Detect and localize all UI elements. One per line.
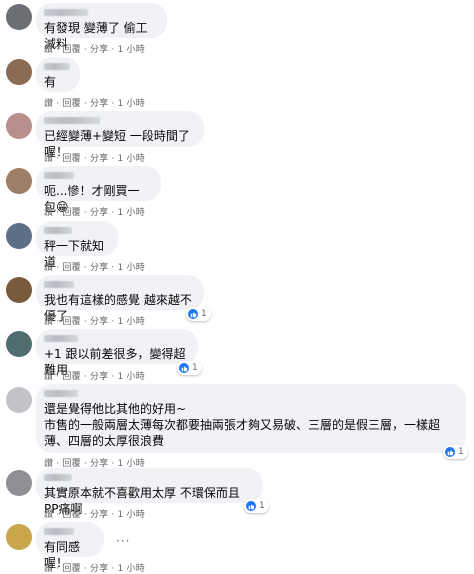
avatar[interactable] xyxy=(6,470,32,496)
avatar[interactable] xyxy=(6,277,32,303)
commenter-name[interactable] xyxy=(44,172,74,179)
comment-actions[interactable]: 讚 · 回覆 · 分享 · 1 小時 xyxy=(44,42,145,55)
avatar[interactable] xyxy=(6,168,32,194)
comment-actions[interactable]: 讚 · 回覆 · 分享 · 1 小時 xyxy=(44,369,145,382)
reaction-number: 1 xyxy=(259,501,265,511)
comment-actions[interactable]: 讚 · 回覆 · 分享 · 1 小時 xyxy=(44,96,145,109)
commenter-name[interactable] xyxy=(44,9,88,16)
comment-bubble: 我也有這樣的感覺 越來越不優了 xyxy=(36,275,204,323)
avatar[interactable] xyxy=(6,59,32,85)
comment-bubble: 秤一下就知道 xyxy=(36,221,118,269)
comment-actions[interactable]: 讚 · 回覆 · 分享 · 1 小時 xyxy=(44,561,145,574)
avatar[interactable] xyxy=(6,387,32,413)
comment-bubble: 其實原本就不喜歡用太厚 不環保而且PP痛啊 xyxy=(36,468,263,516)
reaction-count[interactable]: 1 xyxy=(177,361,202,375)
commenter-name[interactable] xyxy=(44,528,74,535)
commenter-name[interactable] xyxy=(44,335,78,342)
comment-text: 有 xyxy=(44,75,57,89)
commenter-name[interactable] xyxy=(44,390,78,397)
comment-text: 還是覺得他比其他的好用~ 市售的一般兩層太薄每次都要抽兩張才夠又易破、三層的是假… xyxy=(44,402,441,448)
like-icon xyxy=(179,363,189,373)
avatar[interactable] xyxy=(6,331,32,357)
comment-bubble: 有同感喔！ xyxy=(36,522,104,570)
commenter-name[interactable] xyxy=(44,63,70,70)
comment-bubble: 呃...慘！才剛買一包😁 xyxy=(36,166,161,214)
commenter-name[interactable] xyxy=(44,227,72,234)
commenter-name[interactable] xyxy=(44,117,100,124)
avatar[interactable] xyxy=(6,524,32,550)
avatar[interactable] xyxy=(6,113,32,139)
reaction-count[interactable]: 1 xyxy=(186,307,211,321)
avatar[interactable] xyxy=(6,223,32,249)
more-options-button[interactable]: ··· xyxy=(116,534,130,548)
reaction-number: 1 xyxy=(192,363,198,373)
comment-bubble: 有發現 變薄了 偷工減料 xyxy=(36,3,167,51)
comment-bubble: 還是覺得他比其他的好用~ 市售的一般兩層太薄每次都要抽兩張才夠又易破、三層的是假… xyxy=(36,384,466,453)
comment-actions[interactable]: 讚 · 回覆 · 分享 · 1 小時 xyxy=(44,205,145,218)
like-icon xyxy=(445,447,455,457)
comment-bubble: 已經變薄+變短 一段時間了喔！ xyxy=(36,111,204,159)
reaction-count[interactable]: 1 xyxy=(443,445,468,459)
comment-actions[interactable]: 讚 · 回覆 · 分享 · 1 小時 xyxy=(44,507,145,520)
avatar[interactable] xyxy=(6,4,32,30)
comment-actions[interactable]: 讚 · 回覆 · 分享 · 1 小時 xyxy=(44,151,145,164)
comment-bubble: 有 xyxy=(36,57,80,92)
comment-actions[interactable]: 讚 · 回覆 · 分享 · 1 小時 xyxy=(44,314,145,327)
reaction-count[interactable]: 1 xyxy=(244,499,269,513)
commenter-name[interactable] xyxy=(44,281,74,288)
like-icon xyxy=(188,309,198,319)
reaction-number: 1 xyxy=(458,447,464,457)
comment-bubble: +1 跟以前差很多，變得超難用 xyxy=(36,329,198,377)
comment-actions[interactable]: 讚 · 回覆 · 分享 · 1 小時 xyxy=(44,260,145,273)
reaction-number: 1 xyxy=(201,309,207,319)
commenter-name[interactable] xyxy=(44,474,72,481)
like-icon xyxy=(246,501,256,511)
